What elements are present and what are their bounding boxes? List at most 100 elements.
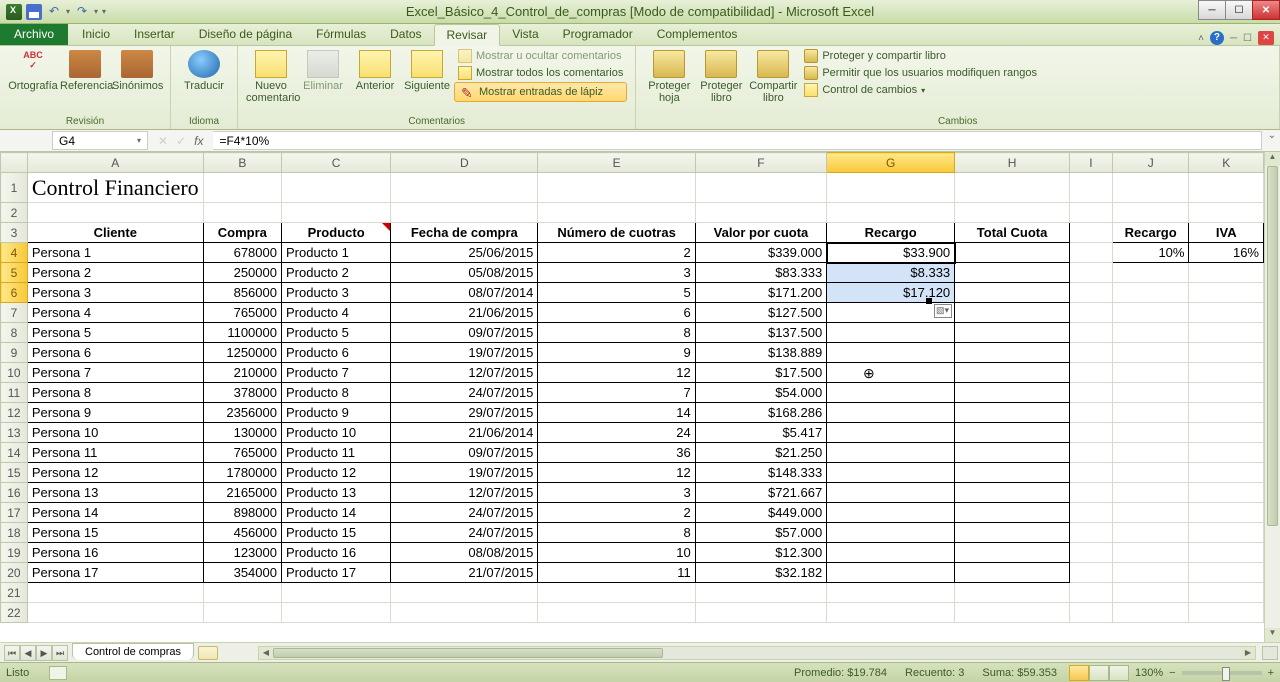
cell-K7[interactable] <box>1189 303 1264 323</box>
cell-I5[interactable] <box>1069 263 1112 283</box>
siguiente-button[interactable]: Siguiente <box>402 48 452 92</box>
cell-C6[interactable]: Producto 3 <box>281 283 390 303</box>
hscroll-end-icon[interactable] <box>1262 646 1278 660</box>
row-header-1[interactable]: 1 <box>1 173 28 203</box>
cell-F5[interactable]: $83.333 <box>695 263 826 283</box>
cell-I2[interactable] <box>1069 203 1112 223</box>
cell-K13[interactable] <box>1189 423 1264 443</box>
cell-G17[interactable] <box>827 503 955 523</box>
cell-E8[interactable]: 8 <box>538 323 695 343</box>
cell-D16[interactable]: 12/07/2015 <box>391 483 538 503</box>
cell-F3[interactable]: Valor por cuota <box>695 223 826 243</box>
cell-E21[interactable] <box>538 583 695 603</box>
cell-B8[interactable]: 1100000 <box>203 323 281 343</box>
cell-E9[interactable]: 9 <box>538 343 695 363</box>
cell-E4[interactable]: 2 <box>538 243 695 263</box>
mostrar-ocultar-button[interactable]: Mostrar u ocultar comentarios <box>454 48 627 64</box>
cell-E19[interactable]: 10 <box>538 543 695 563</box>
page-break-view-icon[interactable] <box>1109 665 1129 681</box>
cell-F7[interactable]: $127.500 <box>695 303 826 323</box>
cell-E22[interactable] <box>538 603 695 623</box>
cell-F12[interactable]: $168.286 <box>695 403 826 423</box>
col-header-B[interactable]: B <box>203 153 281 173</box>
cell-B13[interactable]: 130000 <box>203 423 281 443</box>
zoom-slider[interactable] <box>1182 671 1262 675</box>
cell-I13[interactable] <box>1069 423 1112 443</box>
redo-dropdown-icon[interactable]: ▾ <box>94 7 98 16</box>
cell-F22[interactable] <box>695 603 826 623</box>
cell-K17[interactable] <box>1189 503 1264 523</box>
save-icon[interactable] <box>26 4 42 20</box>
scroll-down-icon[interactable]: ▼ <box>1265 628 1280 642</box>
cell-K2[interactable] <box>1189 203 1264 223</box>
sheet-first-icon[interactable]: ⏮ <box>4 645 20 661</box>
cell-A12[interactable]: Persona 9 <box>27 403 203 423</box>
cell-J16[interactable] <box>1112 483 1189 503</box>
cell-K15[interactable] <box>1189 463 1264 483</box>
cell-J7[interactable] <box>1112 303 1189 323</box>
cell-J4[interactable]: 10% <box>1112 243 1189 263</box>
formula-input[interactable]: =F4*10% <box>213 131 1262 150</box>
cell-A6[interactable]: Persona 3 <box>27 283 203 303</box>
cell-J22[interactable] <box>1112 603 1189 623</box>
minimize-ribbon-icon[interactable]: ˄ <box>1198 33 1204 44</box>
cell-A5[interactable]: Persona 2 <box>27 263 203 283</box>
cell-G13[interactable] <box>827 423 955 443</box>
row-header-13[interactable]: 13 <box>1 423 28 443</box>
col-header-G[interactable]: G <box>827 153 955 173</box>
row-header-14[interactable]: 14 <box>1 443 28 463</box>
cell-E13[interactable]: 24 <box>538 423 695 443</box>
col-header-C[interactable]: C <box>281 153 390 173</box>
tab-datos[interactable]: Datos <box>378 23 433 45</box>
cell-B11[interactable]: 378000 <box>203 383 281 403</box>
scroll-up-icon[interactable]: ▲ <box>1265 152 1280 166</box>
cell-K3[interactable]: IVA <box>1189 223 1264 243</box>
qat-customize-icon[interactable]: ▾ <box>102 7 106 16</box>
cell-I7[interactable] <box>1069 303 1112 323</box>
cell-H18[interactable] <box>955 523 1070 543</box>
new-sheet-icon[interactable] <box>198 646 218 660</box>
cell-H9[interactable] <box>955 343 1070 363</box>
cell-I18[interactable] <box>1069 523 1112 543</box>
cell-I8[interactable] <box>1069 323 1112 343</box>
cell-A9[interactable]: Persona 6 <box>27 343 203 363</box>
cell-A1[interactable]: Control Financiero <box>27 173 203 203</box>
row-header-5[interactable]: 5 <box>1 263 28 283</box>
cell-H6[interactable] <box>955 283 1070 303</box>
cell-F6[interactable]: $171.200 <box>695 283 826 303</box>
tab-diseno[interactable]: Diseño de página <box>187 23 304 45</box>
cell-E14[interactable]: 36 <box>538 443 695 463</box>
sheet-tab[interactable]: Control de compras <box>72 643 194 660</box>
control-cambios-button[interactable]: Control de cambios ▾ <box>800 82 1041 98</box>
cell-C18[interactable]: Producto 15 <box>281 523 390 543</box>
mdi-close-icon[interactable]: ✕ <box>1258 31 1274 45</box>
sheet-prev-icon[interactable]: ◀ <box>20 645 36 661</box>
row-header-6[interactable]: 6 <box>1 283 28 303</box>
cell-K22[interactable] <box>1189 603 1264 623</box>
cell-H4[interactable] <box>955 243 1070 263</box>
cell-C4[interactable]: Producto 1 <box>281 243 390 263</box>
tab-vista[interactable]: Vista <box>500 23 550 45</box>
spreadsheet-grid[interactable]: ABCDEFGHIJK1Control Financiero23ClienteC… <box>0 152 1264 642</box>
tab-formulas[interactable]: Fórmulas <box>304 23 378 45</box>
row-header-21[interactable]: 21 <box>1 583 28 603</box>
cell-D18[interactable]: 24/07/2015 <box>391 523 538 543</box>
cell-A11[interactable]: Persona 8 <box>27 383 203 403</box>
cell-F1[interactable] <box>695 173 826 203</box>
cell-F8[interactable]: $137.500 <box>695 323 826 343</box>
cell-A22[interactable] <box>27 603 203 623</box>
cell-G20[interactable] <box>827 563 955 583</box>
cell-C21[interactable] <box>281 583 390 603</box>
autofill-options-icon[interactable]: ▧▾ <box>934 304 952 318</box>
cell-B10[interactable]: 210000 <box>203 363 281 383</box>
cell-C8[interactable]: Producto 5 <box>281 323 390 343</box>
cell-J9[interactable] <box>1112 343 1189 363</box>
cell-A18[interactable]: Persona 15 <box>27 523 203 543</box>
file-tab[interactable]: Archivo <box>0 23 68 45</box>
help-icon[interactable]: ? <box>1210 31 1224 45</box>
cell-H3[interactable]: Total Cuota <box>955 223 1070 243</box>
cell-J19[interactable] <box>1112 543 1189 563</box>
cell-D6[interactable]: 08/07/2014 <box>391 283 538 303</box>
cell-D15[interactable]: 19/07/2015 <box>391 463 538 483</box>
cell-G22[interactable] <box>827 603 955 623</box>
